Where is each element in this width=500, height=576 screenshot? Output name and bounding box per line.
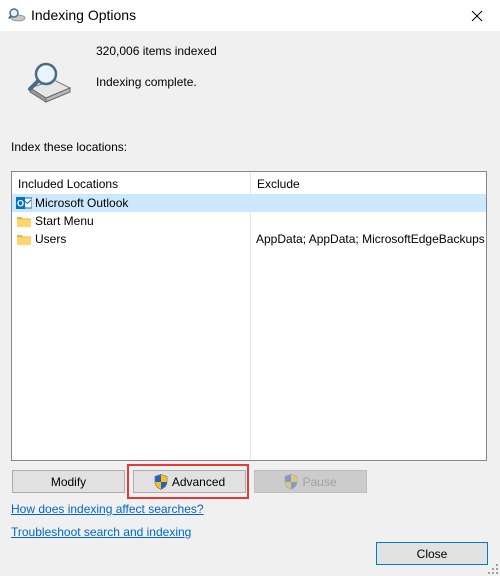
close-button[interactable]: Close [376, 542, 488, 565]
advanced-highlight-annotation [127, 464, 249, 499]
window-close-button[interactable] [454, 0, 500, 31]
locations-list[interactable]: Included Locations Exclude O Microsoft O… [11, 171, 487, 461]
close-label: Close [416, 546, 448, 561]
list-item[interactable]: Users AppData; AppData; MicrosoftEdgeBac… [12, 230, 486, 248]
troubleshoot-link[interactable]: Troubleshoot search and indexing [11, 525, 191, 539]
modify-label: Modify [50, 474, 87, 489]
folder-icon [17, 217, 31, 227]
pause-label: Pause [302, 474, 337, 489]
index-locations-label: Index these locations: [11, 140, 128, 154]
column-header-included[interactable]: Included Locations [18, 177, 118, 191]
indexing-magnifier-icon [8, 8, 26, 22]
resize-grip-icon[interactable] [488, 564, 498, 574]
items-indexed-count: 320,006 items indexed [96, 44, 217, 58]
list-header: Included Locations Exclude [12, 172, 486, 195]
uac-shield-icon [285, 473, 298, 490]
close-icon [471, 10, 483, 21]
svg-text:O: O [17, 199, 24, 209]
modify-button[interactable]: Modify [12, 470, 125, 493]
outlook-icon: O [16, 197, 32, 209]
window-title: Indexing Options [31, 7, 137, 23]
folder-icon [17, 235, 31, 245]
location-name: Users [35, 232, 67, 246]
location-name: Microsoft Outlook [35, 196, 129, 210]
indexing-drive-icon [28, 62, 72, 103]
list-item[interactable]: Start Menu [12, 212, 486, 230]
list-item[interactable]: O Microsoft Outlook [12, 194, 486, 212]
column-header-exclude[interactable]: Exclude [257, 177, 300, 191]
affect-searches-link[interactable]: How does indexing affect searches? [11, 502, 204, 516]
location-exclude: AppData; AppData; MicrosoftEdgeBackups [256, 232, 485, 246]
title-bar: Indexing Options [0, 0, 500, 31]
indexing-status: Indexing complete. [96, 75, 197, 89]
pause-button[interactable]: Pause [254, 470, 367, 493]
location-name: Start Menu [35, 214, 94, 228]
